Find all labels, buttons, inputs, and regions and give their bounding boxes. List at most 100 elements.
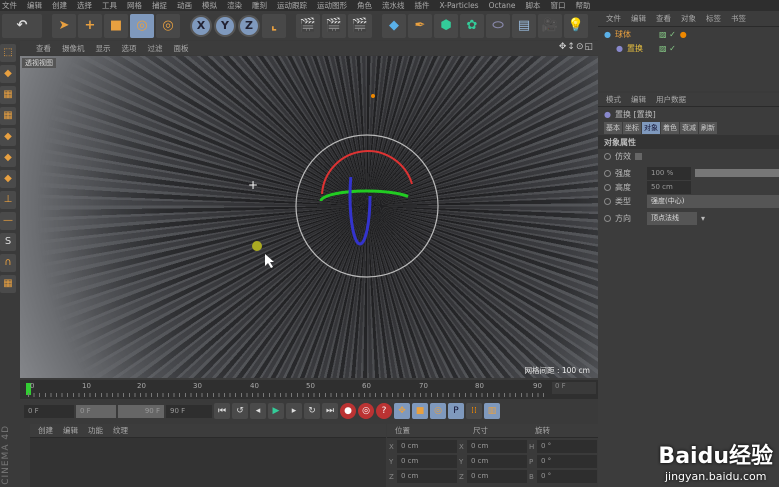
menu-item[interactable]: 帮助 (576, 0, 591, 11)
menu-item[interactable]: 捕捉 (152, 0, 167, 11)
key-parameter-button[interactable]: P (448, 403, 464, 419)
rotate-tool-button[interactable]: ◎ (130, 13, 154, 38)
tab-basic[interactable]: 基本 (604, 122, 622, 134)
rotation-p-field[interactable]: 0 ° (537, 455, 597, 468)
render-view-button[interactable]: 🎬 (296, 13, 320, 38)
position-y-field[interactable]: 0 cm (397, 455, 457, 468)
attr-menu-userdata[interactable]: 用户数据 (656, 94, 686, 105)
menu-item[interactable]: 运动跟踪 (277, 0, 307, 11)
keyframe-radio[interactable] (604, 183, 611, 191)
menu-item[interactable]: 编辑 (27, 0, 42, 11)
visibility-toggle[interactable]: ▨ ✓ (659, 44, 676, 53)
snap-icon[interactable]: S (0, 233, 16, 251)
coordinate-system-button[interactable]: ⌞ (262, 13, 286, 38)
viewport-menu-display[interactable]: 显示 (96, 43, 111, 54)
menu-item[interactable]: 插件 (415, 0, 430, 11)
tab-falloff[interactable]: 衰减 (680, 122, 698, 134)
z-axis-button[interactable]: Z (238, 14, 260, 37)
menu-item[interactable]: 渲染 (227, 0, 242, 11)
floor-icon[interactable]: ▤ (512, 13, 536, 38)
menu-item[interactable]: 选择 (77, 0, 92, 11)
go-to-end-button[interactable]: ⏭ (322, 403, 338, 419)
select-tool-button[interactable]: ➤ (52, 13, 76, 38)
y-axis-button[interactable]: Y (214, 14, 236, 37)
strength-slider[interactable] (695, 169, 779, 177)
objmgr-menu-tags[interactable]: 标签 (706, 13, 721, 24)
current-frame-field[interactable]: 0 F (552, 382, 596, 394)
tweak-icon[interactable]: — (0, 212, 16, 230)
direction-dropdown[interactable]: 顶点法线 (647, 211, 697, 225)
material-menu-function[interactable]: 功能 (88, 425, 103, 436)
scale-tool-button[interactable]: ■ (104, 13, 128, 38)
record-button[interactable]: ● (340, 403, 356, 419)
next-frame-button[interactable]: ▸ (286, 403, 302, 419)
undo-button[interactable]: ↶ (2, 13, 42, 38)
type-dropdown[interactable]: 强度(中心) (647, 194, 779, 208)
objmgr-menu-file[interactable]: 文件 (606, 13, 621, 24)
move-tool-button[interactable]: + (78, 13, 102, 38)
timeline-layout-button[interactable]: ▥ (484, 403, 500, 419)
menu-item[interactable]: 窗口 (551, 0, 566, 11)
go-to-start-button[interactable]: ⏮ (214, 403, 230, 419)
menu-item[interactable]: X-Particles (440, 1, 479, 10)
tab-shading[interactable]: 着色 (661, 122, 679, 134)
visibility-toggle[interactable]: ▨ ✓ (659, 30, 676, 39)
axis-mode-icon[interactable]: ⊥ (0, 191, 16, 209)
light-icon[interactable]: 💡 (564, 13, 588, 38)
viewport[interactable]: + 透视视图 网格间距 : 100 cm (20, 56, 598, 378)
size-x-field[interactable]: 0 cm (467, 440, 527, 453)
render-picture-viewer-button[interactable]: 🎬 (322, 13, 346, 38)
material-menu-edit[interactable]: 编辑 (63, 425, 78, 436)
rotate-gizmo[interactable]: + (20, 56, 598, 378)
make-editable-icon[interactable]: ⬚ (0, 44, 16, 62)
timeline[interactable]: 0 10 20 30 40 50 60 70 80 90 0 F (20, 380, 598, 399)
workplane-icon[interactable]: ▦ (0, 107, 16, 125)
objmgr-menu-object[interactable]: 对象 (681, 13, 696, 24)
objmgr-menu-edit[interactable]: 编辑 (631, 13, 646, 24)
texture-mode-icon[interactable]: ▦ (0, 86, 16, 104)
size-y-field[interactable]: 0 cm (467, 455, 527, 468)
viewport-menu-view[interactable]: 查看 (36, 43, 51, 54)
keyframe-radio[interactable] (604, 169, 611, 177)
size-z-field[interactable]: 0 cm (467, 470, 527, 483)
pen-icon[interactable]: ✒ (408, 13, 432, 38)
rotation-b-field[interactable]: 0 ° (537, 470, 597, 483)
objmgr-menu-bookmarks[interactable]: 书签 (731, 13, 746, 24)
key-position-button[interactable]: ✥ (394, 403, 410, 419)
cube-icon[interactable]: ◆ (382, 13, 406, 38)
range-end[interactable]: 90 F (118, 404, 164, 418)
menu-item[interactable]: 文件 (2, 0, 17, 11)
emulate-checkbox[interactable] (635, 152, 642, 160)
viewport-menu-filter[interactable]: 过滤 (148, 43, 163, 54)
menu-item[interactable]: 创建 (52, 0, 67, 11)
edges-mode-icon[interactable]: ◆ (0, 149, 16, 167)
menu-item[interactable]: 脚本 (526, 0, 541, 11)
menu-item[interactable]: 运动图形 (317, 0, 347, 11)
tab-coord[interactable]: 坐标 (623, 122, 641, 134)
keyframe-radio[interactable] (604, 152, 611, 160)
material-menu-create[interactable]: 创建 (38, 425, 53, 436)
next-key-button[interactable]: ↻ (304, 403, 320, 419)
points-mode-icon[interactable]: ◆ (0, 128, 16, 146)
subdivision-icon[interactable]: ⬢ (434, 13, 458, 38)
start-frame-field[interactable]: 0 F (24, 404, 74, 418)
keyframe-selection-button[interactable]: ? (376, 403, 392, 419)
height-field[interactable]: 50 cm (647, 180, 691, 194)
autokey-button[interactable]: ◎ (358, 403, 374, 419)
grid-icon[interactable]: ▦ (0, 275, 16, 293)
menu-item[interactable]: Octane (489, 1, 516, 10)
prev-key-button[interactable]: ↺ (232, 403, 248, 419)
deformer-icon[interactable]: ⬭ (486, 13, 510, 38)
menu-item[interactable]: 角色 (357, 0, 372, 11)
keyframe-radio[interactable] (604, 214, 611, 222)
object-name[interactable]: 置换 (627, 43, 655, 54)
play-button[interactable]: ▶ (268, 403, 284, 419)
attr-menu-edit[interactable]: 编辑 (631, 94, 646, 105)
tab-refresh[interactable]: 刷新 (699, 122, 717, 134)
camera-icon[interactable]: 🎥 (538, 13, 562, 38)
attr-menu-mode[interactable]: 模式 (606, 94, 621, 105)
material-menu-texture[interactable]: 纹理 (113, 425, 128, 436)
viewport-menu-panel[interactable]: 面板 (174, 43, 189, 54)
object-item-displace[interactable]: ● 置换 ▨ ✓ (598, 41, 779, 55)
recent-tool-button[interactable]: ◎ (156, 13, 180, 38)
